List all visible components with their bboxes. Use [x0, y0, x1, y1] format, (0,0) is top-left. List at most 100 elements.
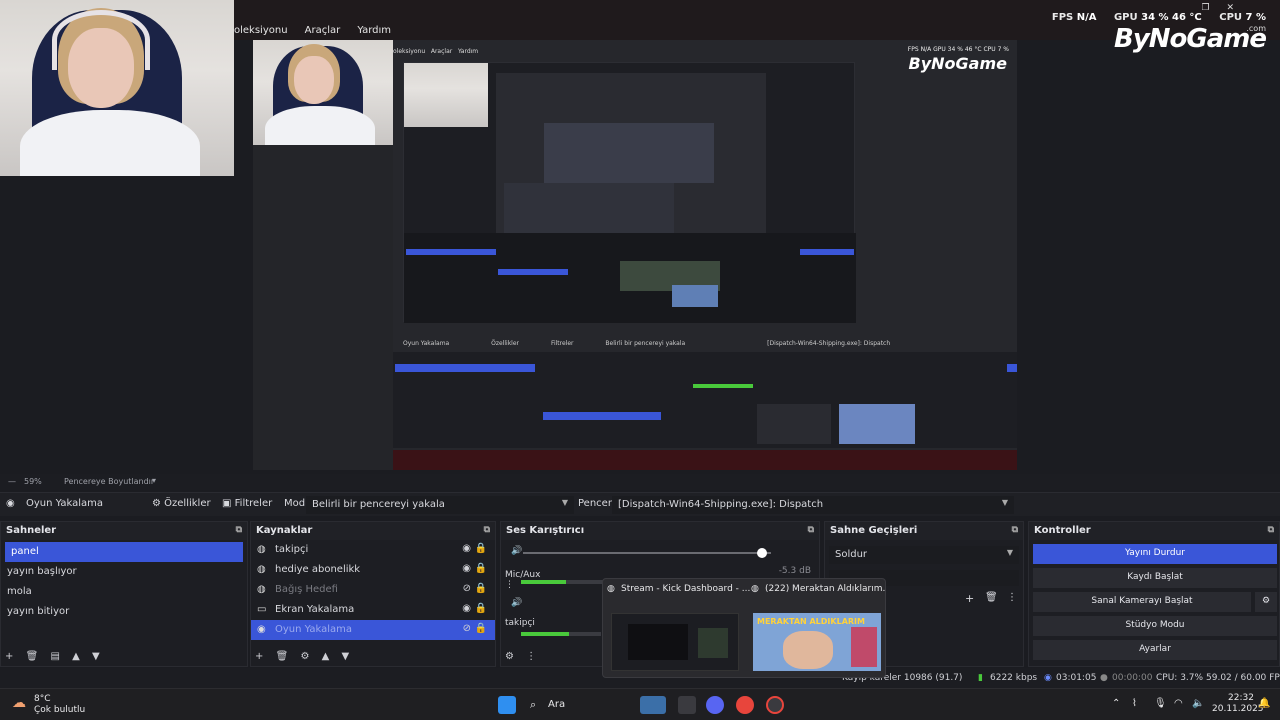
scene-item-panel[interactable]: panel — [5, 542, 243, 562]
zoom-value[interactable]: 59% — [24, 477, 42, 486]
volume-slider[interactable] — [523, 548, 771, 558]
move-down-icon[interactable]: ▼ — [92, 651, 100, 662]
trash-icon[interactable]: 🗑 — [985, 592, 998, 603]
zoom-chevron-icon[interactable]: — — [8, 477, 16, 486]
undock-icon[interactable]: ⧉ — [808, 525, 814, 535]
thumbnail-youtube[interactable]: MERAKTAN ALDIKLARIM — [753, 613, 881, 671]
filter-icon[interactable]: ▤ — [50, 651, 59, 662]
gear-icon[interactable]: ⚙ — [300, 651, 309, 662]
preview-canvas[interactable]: oleksiyonu Araçlar Yardım FPS N/A GPU 34… — [253, 40, 1017, 470]
source-item[interactable]: ▭ Ekran Yakalama ◉ 🔒 — [251, 600, 495, 620]
studio-mode-button[interactable]: Stüdyo Modu — [1033, 616, 1277, 636]
obs-icon[interactable] — [766, 696, 784, 714]
source-item[interactable]: ◍ Bağış Hedefi ⊘ 🔒 — [251, 580, 495, 600]
discord-icon[interactable] — [706, 696, 724, 714]
mixer-footer: ⚙ ⋮ — [505, 651, 545, 662]
undock-icon[interactable]: ⧉ — [484, 525, 490, 535]
gear-icon[interactable]: ⚙ — [505, 651, 514, 662]
weather-desc[interactable]: Çok bulutlu — [34, 705, 85, 715]
thumbnail-title-kick[interactable]: Stream - Kick Dashboard - ... — [621, 584, 750, 594]
volume-icon[interactable]: 🔈 — [1192, 698, 1204, 709]
trash-icon[interactable]: 🗑 — [276, 651, 289, 662]
nested-docks — [393, 352, 1017, 448]
start-virtual-camera-button[interactable]: Sanal Kamerayı Başlat — [1033, 592, 1251, 612]
menu-item-tools[interactable]: Araçlar — [305, 25, 341, 36]
trash-icon[interactable]: 🗑 — [26, 651, 39, 662]
restore-icon[interactable]: ❐ — [1202, 3, 1210, 13]
eye-icon[interactable]: ◉ — [462, 563, 471, 574]
lock-icon[interactable]: 🔒 — [475, 543, 487, 554]
wifi-icon[interactable]: ◠ — [1174, 698, 1183, 709]
nested-stats: FPS N/A GPU 34 % 46 °C CPU 7 % — [907, 46, 1009, 53]
source-item[interactable]: ◉ Oyun Yakalama ⊘ 🔒 — [251, 620, 495, 640]
menu-dots-icon[interactable]: ⋮ — [505, 580, 514, 590]
cpu-label: CPU — [1219, 12, 1243, 23]
zoom-mode[interactable]: Pencereye Boyutlandır — [64, 477, 154, 486]
filters-button[interactable]: ▣ Filtreler — [222, 498, 272, 509]
menu-item-collections[interactable]: oleksiyonu — [234, 25, 288, 36]
chevron-down-icon[interactable]: ▾ — [152, 476, 156, 485]
search-icon[interactable]: ⌕ — [530, 698, 536, 712]
scene-item-starting[interactable]: yayın başlıyor — [1, 562, 247, 582]
sources-footer: + 🗑 ⚙ ▲ ▼ — [255, 651, 358, 662]
gear-icon[interactable]: ⚙ — [1255, 592, 1277, 612]
menu-dots-icon[interactable]: ⋮ — [526, 651, 536, 662]
clock-date[interactable]: 20.11.2025 — [1212, 704, 1264, 714]
lock-icon[interactable]: 🔒 — [475, 583, 487, 594]
mode-dropdown[interactable]: Belirli bir pencereyi yakala ▼ — [306, 496, 574, 514]
chevron-up-icon[interactable]: ⌃ — [1112, 698, 1120, 709]
eye-hidden-icon[interactable]: ⊘ — [463, 623, 471, 634]
move-up-icon[interactable]: ▲ — [322, 651, 330, 662]
start-icon[interactable] — [498, 696, 516, 714]
window-dropdown[interactable]: [Dispatch-Win64-Shipping.exe]: Dispatch … — [612, 496, 1014, 514]
settings-button[interactable]: Ayarlar — [1033, 640, 1277, 660]
thumbnail-kick[interactable] — [611, 613, 739, 671]
network-icon[interactable]: ⌇ — [1132, 698, 1137, 709]
transition-dropdown[interactable]: Soldur ▼ — [829, 546, 1019, 564]
source-item[interactable]: ◍ hediye abonelikk ◉ 🔒 — [251, 560, 495, 580]
clock-time[interactable]: 22:32 — [1228, 693, 1254, 703]
undock-icon[interactable]: ⧉ — [1012, 525, 1018, 535]
eye-icon[interactable]: ◉ — [462, 603, 471, 614]
move-up-icon[interactable]: ▲ — [72, 651, 80, 662]
close-icon[interactable]: ✕ — [1226, 3, 1234, 13]
weather-temp[interactable]: 8°C — [34, 694, 51, 704]
stream-time: 03:01:05 — [1056, 673, 1097, 683]
speaker-icon[interactable]: 🔊 — [511, 598, 522, 608]
menu-dots-icon[interactable]: ⋮ — [1007, 592, 1017, 603]
nested-menu: oleksiyonu Araçlar Yardım — [393, 48, 479, 55]
undock-icon[interactable]: ⧉ — [236, 525, 242, 535]
transition-value: Soldur — [835, 549, 868, 560]
source-item[interactable]: ◍ takipçi ◉ 🔒 — [251, 540, 495, 560]
eye-hidden-icon[interactable]: ⊘ — [463, 583, 471, 594]
properties-button[interactable]: ⚙ Özellikler — [152, 498, 211, 509]
speaker-icon[interactable]: 🔊 — [511, 546, 522, 556]
search-label[interactable]: Ara — [548, 699, 565, 710]
add-icon[interactable]: + — [255, 651, 263, 662]
nested-brand: ByNoGame — [908, 54, 1007, 73]
lock-icon[interactable]: 🔒 — [475, 563, 487, 574]
lock-icon[interactable]: 🔒 — [475, 623, 487, 634]
start-recording-button[interactable]: Kaydı Başlat — [1033, 568, 1277, 588]
controls-dock: Kontroller ⧉ Yayını Durdur Kaydı Başlat S… — [1028, 521, 1280, 667]
window-controls: ❐ ✕ — [1202, 3, 1235, 13]
add-icon[interactable]: + — [965, 592, 974, 605]
notification-icon[interactable]: 🔔 — [1258, 698, 1270, 709]
task-view-icon[interactable] — [678, 696, 696, 714]
move-down-icon[interactable]: ▼ — [342, 651, 350, 662]
menu-item-help[interactable]: Yardım — [357, 25, 391, 36]
add-icon[interactable]: + — [5, 651, 13, 662]
scene-item-ending[interactable]: yayın bitiyor — [1, 602, 247, 622]
lock-icon[interactable]: 🔒 — [475, 603, 487, 614]
chrome-icon[interactable] — [736, 696, 754, 714]
app-icon[interactable] — [640, 696, 666, 714]
chevron-down-icon: ▼ — [561, 498, 568, 507]
eye-icon[interactable]: ◉ — [462, 543, 471, 554]
undock-icon[interactable]: ⧉ — [1268, 525, 1274, 535]
slider-knob[interactable] — [757, 548, 767, 558]
thumbnail-title-youtube[interactable]: (222) Meraktan Aldıklarım... — [765, 584, 885, 594]
stop-stream-button[interactable]: Yayını Durdur — [1033, 544, 1277, 564]
mic-icon[interactable]: 🎙 — [1154, 698, 1167, 709]
scene-item-break[interactable]: mola — [1, 582, 247, 602]
weather-icon[interactable]: ☁ — [12, 695, 26, 711]
